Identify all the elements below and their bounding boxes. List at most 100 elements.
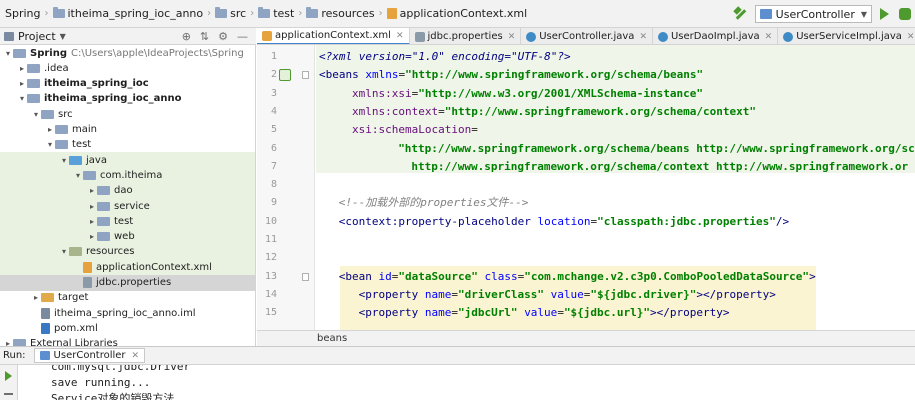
- gear-icon[interactable]: ⚙: [218, 30, 228, 43]
- chevron-right-icon[interactable]: ▸: [31, 293, 41, 302]
- tree-item-label: applicationContext.xml: [96, 261, 212, 273]
- chevron-down-icon[interactable]: ▾: [31, 110, 41, 119]
- collapse-all-icon[interactable]: ⇅: [200, 30, 209, 43]
- editor-tab[interactable]: UserServiceImpl.java ✕: [778, 28, 915, 44]
- code-token: http://www.springframework.org/schema/co…: [411, 159, 909, 173]
- chevron-right-icon[interactable]: ▸: [87, 186, 97, 195]
- folder-icon: [258, 7, 271, 18]
- breadcrumb-item[interactable]: resources: [303, 7, 377, 20]
- locate-target-icon[interactable]: ⊕: [182, 30, 191, 43]
- breadcrumb-label: itheima_spring_ioc_anno: [67, 7, 204, 20]
- code-line: <property name="driverClass" value="${jd…: [316, 286, 776, 304]
- xml-file-icon: [83, 261, 92, 273]
- chevron-down-icon[interactable]: ▾: [45, 140, 55, 149]
- tree-item[interactable]: ▾ itheima_spring_ioc_anno: [0, 91, 255, 107]
- code-editor[interactable]: <?xml version="1.0" encoding="UTF-8"?> <b…: [316, 45, 915, 330]
- close-icon[interactable]: ✕: [132, 351, 140, 361]
- properties-file-icon: [83, 277, 92, 288]
- editor-tab[interactable]: jdbc.properties ✕: [410, 28, 522, 44]
- run-configuration-label: UserController: [775, 7, 855, 21]
- build-hammer-icon[interactable]: [733, 7, 747, 21]
- tree-item-label: target: [58, 292, 89, 304]
- chevron-down-icon[interactable]: ▼: [60, 32, 66, 41]
- tree-item[interactable]: ▸ .idea: [0, 60, 255, 76]
- chevron-down-icon[interactable]: ▾: [59, 247, 69, 256]
- tree-item[interactable]: ▾ Spring C:\Users\apple\IdeaProjects\Sprin…: [0, 45, 255, 61]
- breadcrumb-item[interactable]: src: [212, 7, 249, 20]
- chevron-down-icon[interactable]: ▾: [17, 94, 27, 103]
- breadcrumb-item[interactable]: Spring: [2, 7, 44, 20]
- chevron-down-icon[interactable]: ▾: [59, 156, 69, 165]
- editor-tab-label: applicationContext.xml: [275, 30, 391, 41]
- spring-bean-gutter-icon[interactable]: [279, 69, 291, 82]
- rerun-icon[interactable]: [5, 371, 12, 381]
- editor-tab[interactable]: applicationContext.xml ✕: [257, 28, 410, 44]
- close-icon[interactable]: ✕: [639, 32, 647, 42]
- folder-icon: [83, 170, 96, 180]
- chevron-right-icon[interactable]: ▸: [17, 79, 27, 88]
- tree-item[interactable]: ▸ target: [0, 290, 255, 306]
- chevron-down-icon: ▼: [860, 9, 867, 19]
- run-tab-usercontroller[interactable]: UserController ✕: [33, 348, 146, 363]
- run-configuration-select[interactable]: UserController ▼: [754, 5, 872, 23]
- run-play-icon[interactable]: [880, 8, 889, 20]
- chevron-down-icon[interactable]: ▾: [3, 49, 13, 58]
- code-token: <!--加载外部的properties文件-->: [338, 196, 529, 210]
- project-tree[interactable]: ▾ Spring C:\Users\apple\IdeaProjects\Sprin…: [0, 45, 256, 346]
- chevron-right-icon[interactable]: ▸: [17, 64, 27, 73]
- editor-tab[interactable]: UserController.java ✕: [521, 28, 653, 44]
- tree-item[interactable]: applicationContext.xml: [0, 259, 255, 276]
- run-console[interactable]: com.mysql.jdbc.Driver save running... Serv…: [19, 365, 915, 400]
- fold-marker-icon[interactable]: [302, 272, 309, 281]
- fold-marker-icon[interactable]: [302, 71, 309, 80]
- debug-icon[interactable]: [899, 8, 911, 20]
- code-token: name: [424, 306, 452, 320]
- tree-item[interactable]: jdbc.properties: [0, 274, 255, 291]
- editor-breadcrumb[interactable]: beans: [257, 330, 915, 346]
- close-icon[interactable]: ✕: [907, 32, 915, 42]
- tree-item[interactable]: ▸ web: [0, 228, 255, 245]
- close-icon[interactable]: ✕: [508, 32, 516, 42]
- tree-item[interactable]: ▾ resources: [0, 243, 255, 260]
- tree-item[interactable]: ▾ com.itheima: [0, 167, 255, 184]
- tree-item[interactable]: ▸ test: [0, 213, 255, 230]
- code-token: "classpath:jdbc.properties": [597, 214, 776, 228]
- tree-item[interactable]: pom.xml: [0, 320, 255, 336]
- line-number: 3: [270, 87, 277, 99]
- close-icon[interactable]: ✕: [396, 31, 404, 41]
- chevron-right-icon[interactable]: ▸: [45, 125, 55, 134]
- breadcrumb-item[interactable]: test: [255, 7, 297, 20]
- code-token: <property: [358, 306, 425, 320]
- code-token: name: [424, 287, 452, 301]
- folder-icon: [27, 94, 40, 104]
- hide-panel-icon[interactable]: —: [237, 30, 248, 43]
- chevron-down-icon[interactable]: ▾: [73, 171, 83, 180]
- tree-item[interactable]: itheima_spring_ioc_anno.iml: [0, 305, 255, 321]
- editor-tab[interactable]: UserDaoImpl.java ✕: [653, 28, 779, 44]
- chevron-right-icon[interactable]: ▸: [87, 232, 97, 241]
- scroll-to-end-icon[interactable]: [4, 387, 13, 395]
- code-token: location: [537, 214, 591, 228]
- tree-item[interactable]: ▸ dao: [0, 182, 255, 199]
- code-line: xmlns:xsi="http://www.w3.org/2001/XMLSch…: [316, 85, 703, 103]
- breadcrumb-item[interactable]: itheima_spring_ioc_anno: [50, 7, 207, 20]
- tree-item[interactable]: ▾ src: [0, 106, 255, 122]
- chevron-right-icon[interactable]: ▸: [87, 217, 97, 226]
- tree-item[interactable]: ▾ test: [0, 137, 255, 153]
- editor-tab-label: UserServiceImpl.java: [796, 31, 902, 42]
- breadcrumb-item[interactable]: applicationContext.xml: [384, 7, 531, 20]
- chevron-right-icon[interactable]: ▸: [87, 202, 97, 211]
- code-token: "jdbcUrl": [457, 306, 518, 320]
- project-panel-title[interactable]: Project: [18, 30, 56, 43]
- line-number: 8: [270, 179, 277, 191]
- java-class-icon: [657, 31, 668, 42]
- tree-item[interactable]: ▸ itheima_spring_ioc: [0, 76, 255, 92]
- code-token: ></property>: [650, 306, 730, 320]
- tree-item[interactable]: ▸ External Libraries: [0, 336, 255, 346]
- tree-item[interactable]: ▸ main: [0, 122, 255, 138]
- chevron-right-icon[interactable]: ▸: [3, 339, 13, 346]
- close-icon[interactable]: ✕: [765, 32, 773, 42]
- tree-item[interactable]: ▾ java: [0, 152, 255, 169]
- tree-item[interactable]: ▸ service: [0, 198, 255, 214]
- editor-breadcrumb-element[interactable]: beans: [317, 333, 347, 344]
